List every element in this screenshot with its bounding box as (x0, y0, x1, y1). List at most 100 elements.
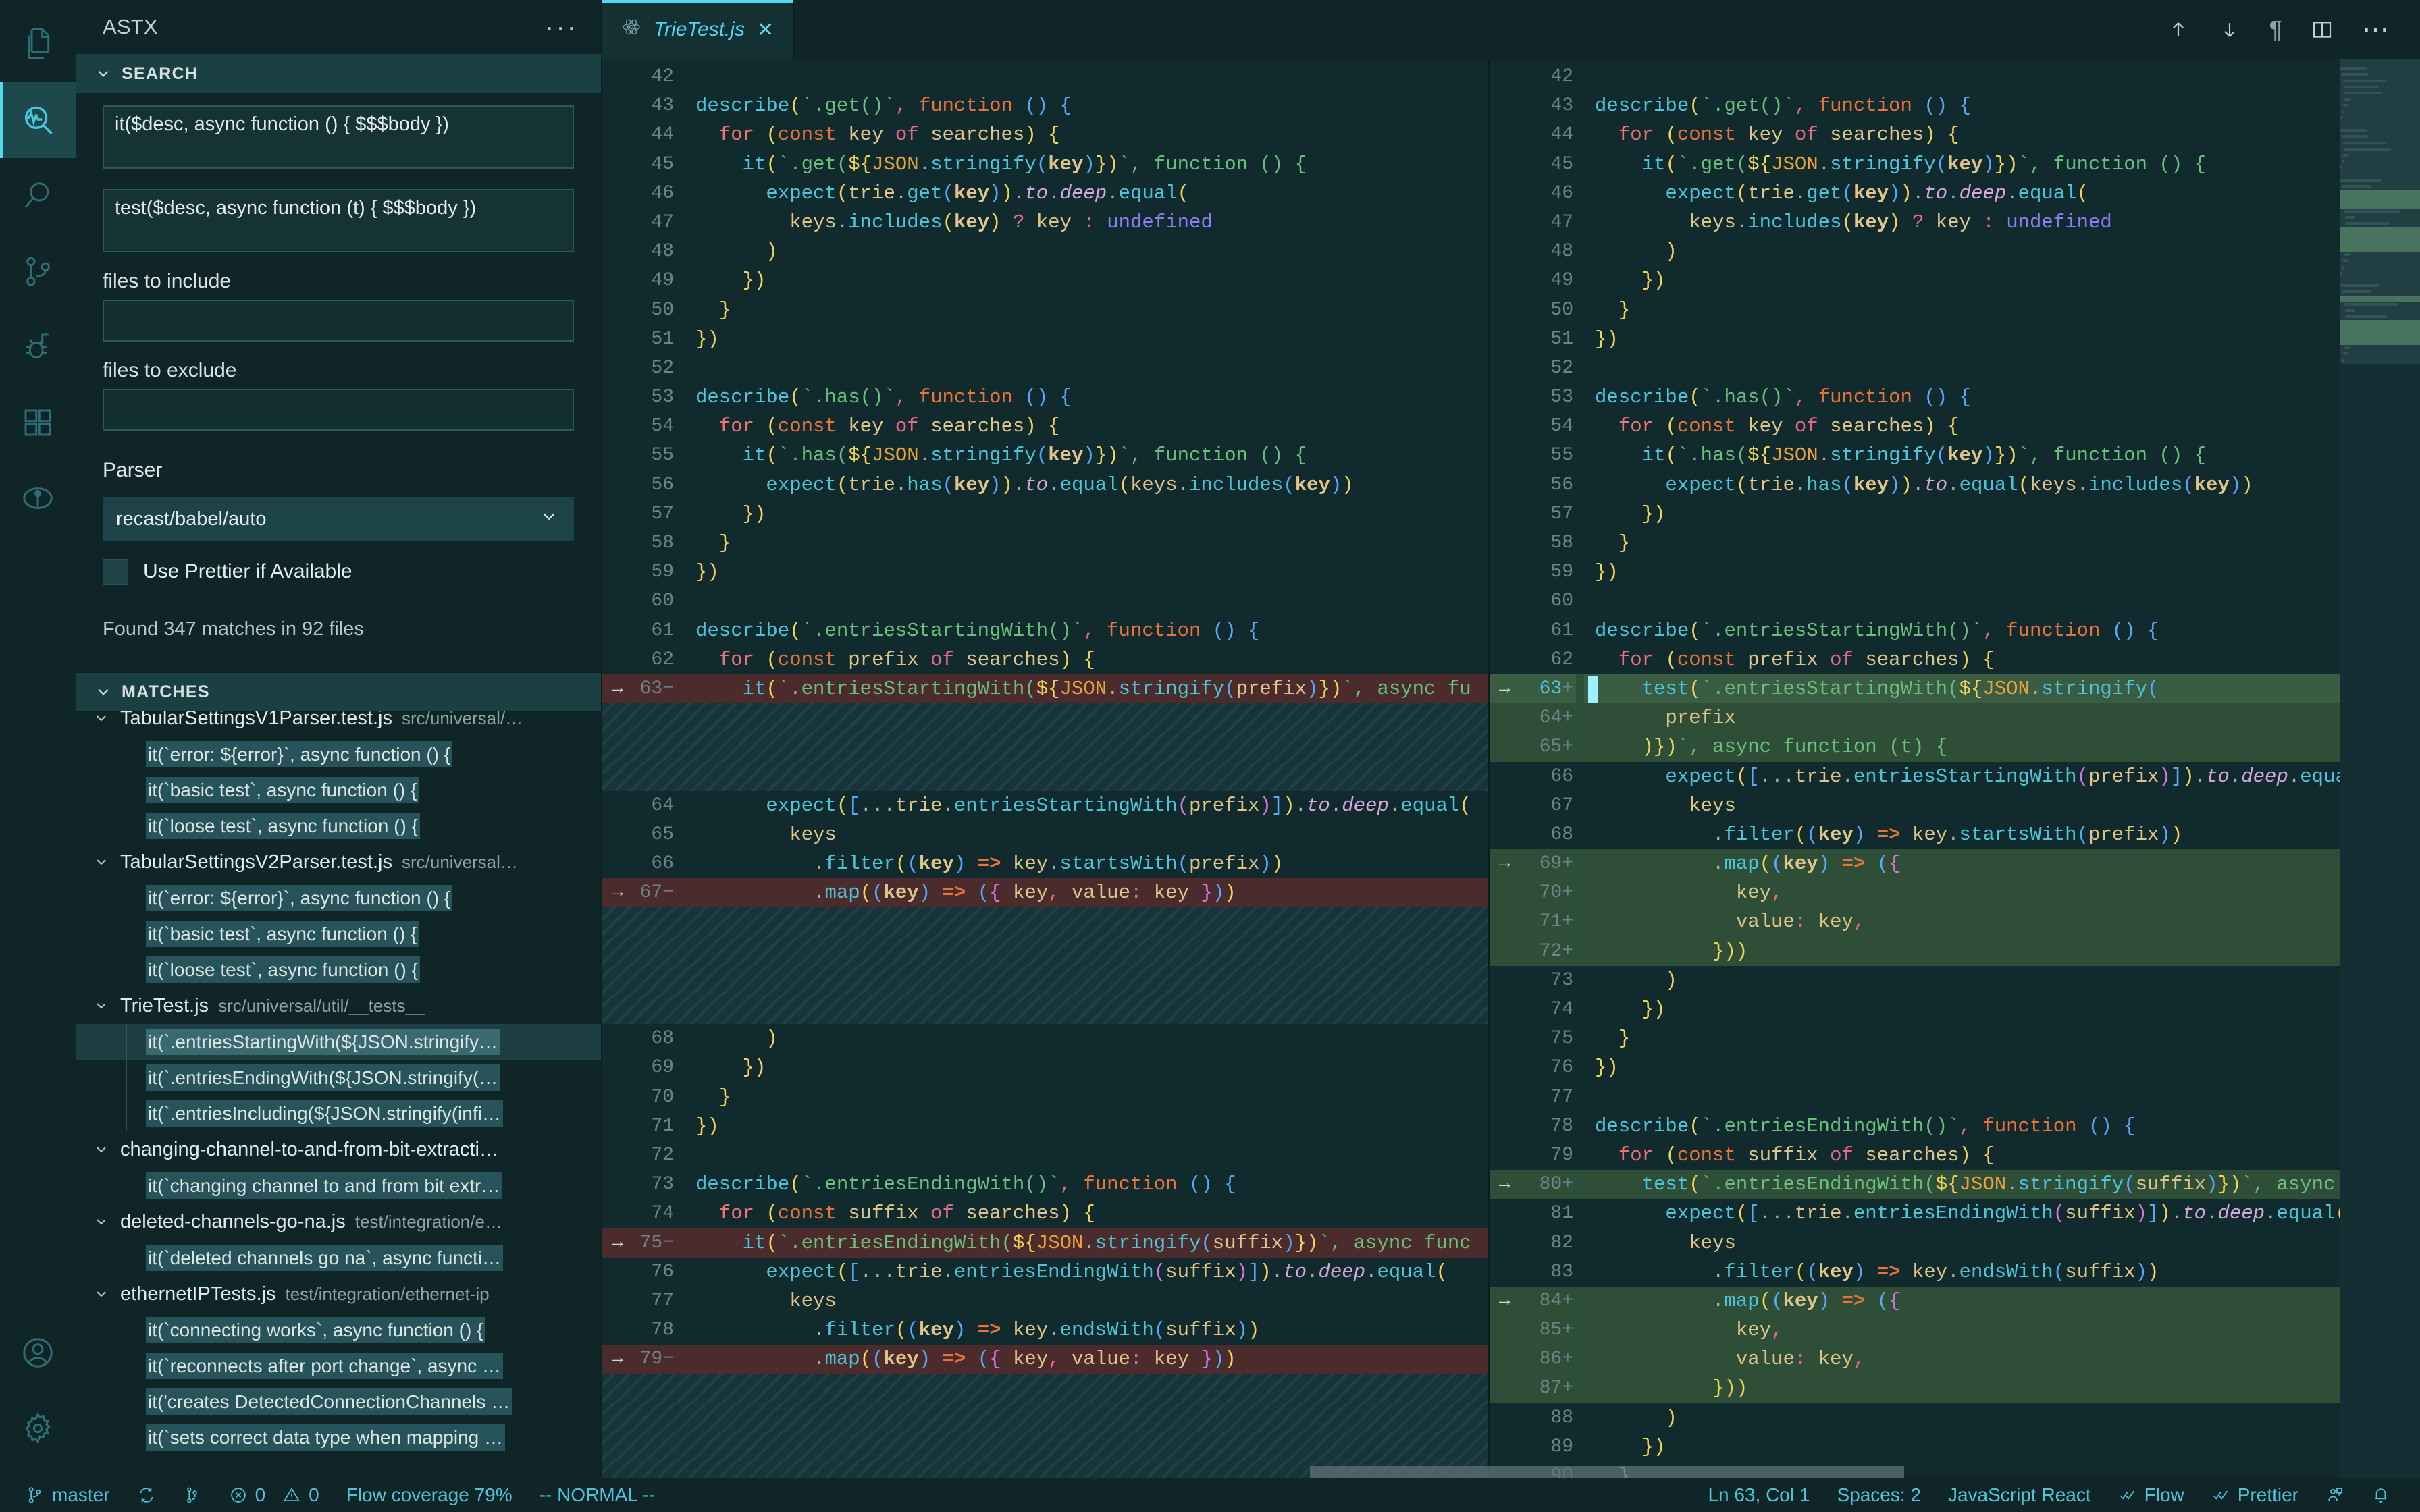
status-item-indentation[interactable]: Spaces: 2 (1823, 1478, 1935, 1512)
status-item-branch[interactable]: master (12, 1478, 124, 1512)
code-line[interactable]: →63+ test(`.entriesStartingWith(${JSON.s… (1490, 674, 2420, 703)
diff-pane-modified[interactable]: 4243describe(`.get()`, function () {44 f… (1488, 59, 2420, 1478)
search-section-header[interactable]: SEARCH (76, 54, 601, 93)
status-item-prettier[interactable]: Prettier (2198, 1478, 2312, 1512)
code-line[interactable]: 47 keys.includes(key) ? key : undefined (1490, 208, 2420, 237)
matches-match-row[interactable]: it(`loose test`, async function () { (76, 952, 601, 988)
code-line[interactable]: 42 (1490, 62, 2420, 91)
status-item-flow-coverage[interactable]: Flow coverage 79% (333, 1478, 526, 1512)
code-line[interactable] (602, 937, 1488, 966)
code-line[interactable]: 77 (1490, 1083, 2420, 1112)
code-line[interactable]: 73 ) (1490, 966, 2420, 995)
matches-match-row[interactable]: it(`changing channel to and from bit ext… (76, 1168, 601, 1204)
diff-change-arrow-icon[interactable]: → (1499, 674, 1510, 703)
code-line[interactable]: 49 }) (1490, 266, 2420, 295)
activity-item-test-explorer[interactable] (0, 460, 76, 536)
matches-match-row[interactable]: it(`.entriesIncluding(${JSON.stringify(i… (76, 1096, 601, 1131)
diff-change-arrow-icon[interactable]: → (612, 674, 623, 703)
code-line[interactable]: →63− it(`.entriesStartingWith(${JSON.str… (602, 674, 1488, 703)
minimap-viewport-slider[interactable] (2340, 59, 2420, 364)
code-line[interactable]: 42 (602, 62, 1488, 91)
code-line[interactable]: 65 keys (602, 820, 1488, 849)
matches-match-row[interactable]: it(`deleted channels go na`, async funct… (76, 1240, 601, 1276)
code-line[interactable]: 68 .filter((key) => key.startsWith(prefi… (1490, 820, 2420, 849)
code-line[interactable]: 59}) (602, 558, 1488, 587)
activity-item-source-control[interactable] (0, 234, 76, 309)
split-editor-icon[interactable] (2311, 18, 2334, 41)
code-line[interactable]: 51}) (602, 325, 1488, 354)
code-line[interactable]: 69 }) (602, 1053, 1488, 1082)
code-line[interactable]: 48 ) (1490, 237, 2420, 266)
use-prettier-checkbox[interactable] (103, 559, 128, 585)
code-line[interactable]: 79 for (const suffix of searches) { (1490, 1141, 2420, 1170)
matches-tree[interactable]: TabularSettingsV1Parser.test.jssrc/unive… (76, 711, 601, 1478)
code-line[interactable]: 61describe(`.entriesStartingWith()`, fun… (602, 616, 1488, 645)
matches-match-row[interactable]: it(`error: ${error}`, async function () … (76, 880, 601, 916)
status-item-flow[interactable]: Flow (2105, 1478, 2198, 1512)
code-line[interactable]: 56 expect(trie.has(key)).to.equal(keys.i… (1490, 470, 2420, 500)
code-line[interactable]: →80+ test(`.entriesEndingWith(${JSON.str… (1490, 1170, 2420, 1199)
code-line[interactable]: 66 expect([...trie.entriesStartingWith(p… (1490, 762, 2420, 791)
code-line[interactable]: 65+ )})`, async function (t) { (1490, 732, 2420, 761)
matches-match-row[interactable]: it(`loose test`, async function () { (76, 808, 601, 844)
matches-file-row[interactable]: ethernetIPTests.jstest/integration/ether… (76, 1276, 601, 1312)
status-item-problems[interactable]: 0 0 (215, 1478, 333, 1512)
code-line[interactable]: 54 for (const key of searches) { (1490, 412, 2420, 441)
code-line[interactable]: 76 expect([...trie.entriesEndingWith(suf… (602, 1258, 1488, 1287)
matches-file-row[interactable]: TabularSettingsV1Parser.test.jssrc/unive… (76, 711, 601, 736)
code-line[interactable]: 52 (602, 354, 1488, 383)
matches-file-row[interactable]: TabularSettingsV2Parser.test.jssrc/unive… (76, 844, 601, 880)
side-panel-more-icon[interactable]: ··· (545, 20, 578, 34)
arrow-up-icon[interactable] (2167, 18, 2190, 41)
code-line[interactable]: 56 expect(trie.has(key)).to.equal(keys.i… (602, 470, 1488, 500)
activity-item-run-and-debug[interactable] (0, 309, 76, 385)
code-line[interactable]: 62 for (const prefix of searches) { (602, 645, 1488, 674)
matches-section-header[interactable]: MATCHES (76, 673, 601, 711)
status-item-git-graph[interactable] (169, 1478, 215, 1512)
code-line[interactable]: 61describe(`.entriesStartingWith()`, fun… (1490, 616, 2420, 645)
matches-match-row[interactable]: it(`sets correct data type when mapping … (76, 1420, 601, 1455)
code-line[interactable]: 45 it(`.get(${JSON.stringify(key)})`, fu… (602, 150, 1488, 179)
code-line[interactable]: 57 }) (602, 500, 1488, 529)
matches-file-row[interactable]: changing-channel-to-and-from-bit-extract… (76, 1131, 601, 1168)
code-line[interactable]: 51}) (1490, 325, 2420, 354)
code-line[interactable]: 70 } (602, 1083, 1488, 1112)
activity-item-astx-search[interactable] (0, 82, 76, 158)
matches-file-row[interactable]: deleted-channels-go-na.jstest/integratio… (76, 1204, 601, 1240)
matches-match-row[interactable]: it('creates DetectedConnectionChannels … (76, 1384, 601, 1420)
code-line[interactable]: 74 for (const suffix of searches) { (602, 1199, 1488, 1228)
code-line[interactable]: 46 expect(trie.get(key)).to.deep.equal( (602, 179, 1488, 208)
code-line[interactable]: 59}) (1490, 558, 2420, 587)
code-line[interactable]: →75− it(`.entriesEndingWith(${JSON.strin… (602, 1228, 1488, 1258)
code-line[interactable] (602, 732, 1488, 761)
status-item-vim-mode[interactable]: -- NORMAL -- (526, 1478, 669, 1512)
code-line[interactable]: 57 }) (1490, 500, 2420, 529)
code-line[interactable]: 74 }) (1490, 995, 2420, 1024)
matches-file-row[interactable]: TrieTest.jssrc/universal/util/__tests__ (76, 988, 601, 1024)
code-line[interactable]: 68 ) (602, 1024, 1488, 1053)
code-line[interactable]: 66 .filter((key) => key.startsWith(prefi… (602, 849, 1488, 878)
matches-match-row[interactable]: it(`.entriesStartingWith(${JSON.stringif… (76, 1024, 601, 1060)
code-line[interactable]: 44 for (const key of searches) { (602, 120, 1488, 149)
code-line[interactable]: 49 }) (602, 266, 1488, 295)
code-line[interactable]: 72 (602, 1141, 1488, 1170)
code-line[interactable]: →84+ .map((key) => ({ (1490, 1287, 2420, 1316)
code-line[interactable]: 58 } (1490, 529, 2420, 558)
code-line[interactable]: 67 keys (1490, 791, 2420, 820)
code-line[interactable]: 45 it(`.get(${JSON.stringify(key)})`, fu… (1490, 150, 2420, 179)
code-line[interactable]: 89 }) (1490, 1432, 2420, 1461)
status-item-sync[interactable] (124, 1478, 169, 1512)
code-line[interactable]: 64+ prefix (1490, 703, 2420, 732)
code-line[interactable]: 73describe(`.entriesEndingWith()`, funct… (602, 1170, 1488, 1199)
status-item-notifications[interactable] (2358, 1478, 2404, 1512)
code-line[interactable]: 53describe(`.has()`, function () { (602, 383, 1488, 412)
code-line[interactable]: 44 for (const key of searches) { (1490, 120, 2420, 149)
code-line[interactable]: 78 .filter((key) => key.endsWith(suffix)… (602, 1316, 1488, 1345)
code-line[interactable]: 77 keys (602, 1287, 1488, 1316)
minimap[interactable] (2340, 59, 2420, 1478)
code-line[interactable]: 50 } (602, 296, 1488, 325)
files-to-include-input[interactable] (103, 300, 574, 342)
code-line[interactable]: 87+ })) (1490, 1374, 2420, 1403)
matches-match-row[interactable]: it(`.entriesEndingWith(${JSON.stringify(… (76, 1060, 601, 1096)
code-line[interactable]: 46 expect(trie.get(key)).to.deep.equal( (1490, 179, 2420, 208)
